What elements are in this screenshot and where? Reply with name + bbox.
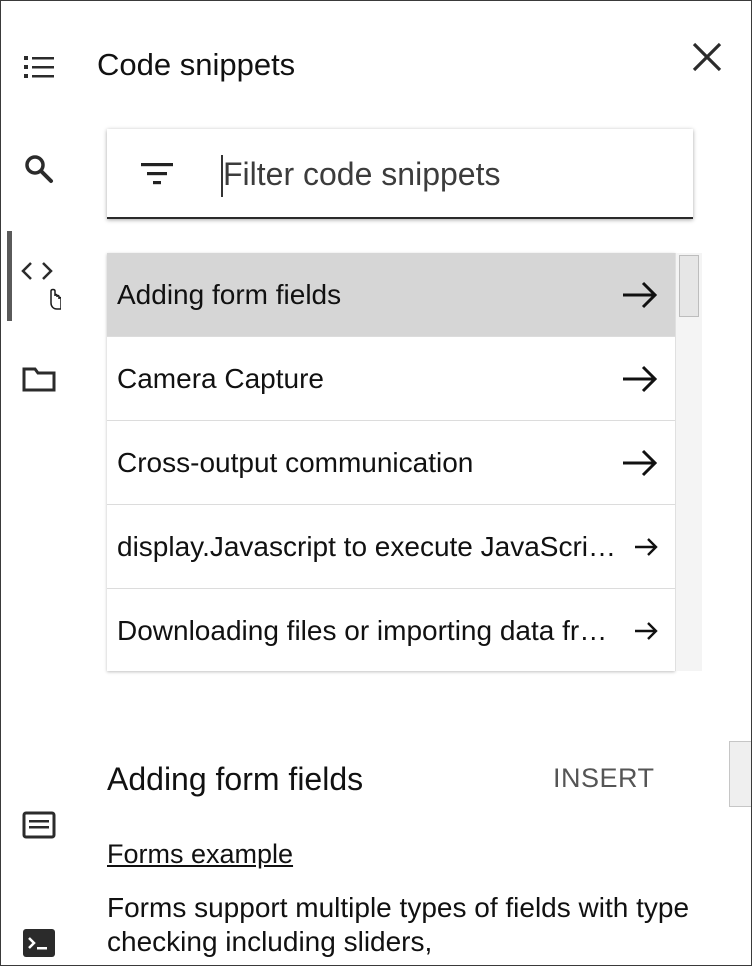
arrow-right-icon (617, 364, 659, 394)
panel-title: Code snippets (97, 47, 296, 82)
close-button[interactable] (685, 35, 729, 79)
arrow-right-icon (617, 536, 659, 558)
filter-underline (107, 217, 693, 219)
close-icon (692, 42, 722, 72)
search-icon[interactable] (17, 147, 61, 191)
list-item[interactable]: Camera Capture (107, 337, 675, 421)
insert-button[interactable]: INSERT (553, 763, 655, 794)
toc-icon[interactable] (17, 47, 61, 87)
list-item[interactable]: Cross-output communication (107, 421, 675, 505)
terminal-icon[interactable] (17, 923, 61, 963)
filter-input[interactable] (223, 151, 663, 197)
snippet-filter-box (107, 129, 693, 219)
list-item-label: Camera Capture (117, 362, 324, 394)
list-scrollbar-thumb[interactable] (679, 255, 699, 317)
snippet-list: Adding form fields Camera Capture Cross-… (107, 253, 675, 671)
list-item-label: display.Javascript to execute JavaScript… (117, 530, 617, 562)
list-scrollbar[interactable] (675, 253, 702, 671)
arrow-right-icon (617, 448, 659, 478)
code-snippets-panel: Code snippets Adding form fields Camera … (0, 0, 752, 966)
folder-icon[interactable] (17, 359, 61, 399)
filter-icon (141, 163, 173, 185)
list-item[interactable]: Adding form fields (107, 253, 675, 337)
terminal-list-icon[interactable] (17, 805, 61, 845)
snippet-description: Forms support multiple types of fields w… (107, 892, 690, 957)
list-item-label: Downloading files or importing data from… (117, 614, 617, 646)
forms-example-link[interactable]: Forms example (107, 839, 293, 870)
rail-active-indicator (7, 231, 12, 321)
code-icon[interactable] (17, 253, 61, 313)
list-item[interactable]: Downloading files or importing data from… (107, 589, 675, 671)
list-item-label: Adding form fields (117, 278, 342, 310)
side-panel-tab[interactable] (729, 741, 751, 807)
arrow-right-icon (617, 280, 659, 310)
list-item[interactable]: display.Javascript to execute JavaScript… (107, 505, 675, 589)
text-caret (221, 155, 223, 197)
list-item-label: Cross-output communication (117, 446, 474, 478)
arrow-right-icon (617, 620, 659, 642)
snippet-title: Adding form fields (107, 761, 364, 797)
